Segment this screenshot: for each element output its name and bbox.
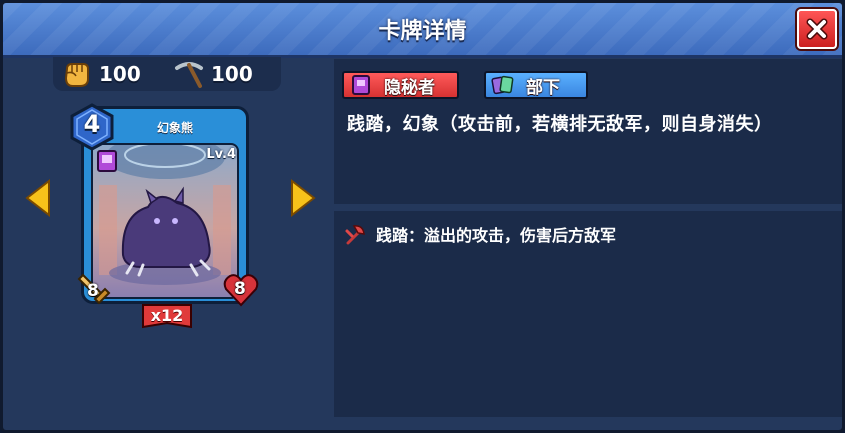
- ability-text: 践踏：溢出的攻击，伤害后方敌军: [376, 226, 617, 245]
- fist-icon: [64, 63, 89, 87]
- card-info-section: 隐秘者 部下 践踏，幻象（攻击前，若横排无敌军，则自身消失）: [334, 59, 842, 204]
- close-button[interactable]: [797, 9, 837, 49]
- title-bar: 卡牌详情: [3, 3, 842, 58]
- ability-item: 践踏：溢出的攻击，伤害后方敌军: [344, 222, 616, 246]
- card-name: 幻象熊: [156, 121, 193, 135]
- resource-mining: 100: [173, 59, 253, 89]
- tag-stealth[interactable]: 隐秘者: [342, 71, 459, 99]
- pickaxe-icon: [175, 62, 203, 88]
- tag-stealth-label: 隐秘者: [384, 77, 435, 98]
- next-arrow-icon[interactable]: [290, 179, 316, 217]
- previous-arrow-icon[interactable]: [25, 179, 51, 217]
- tag-minion[interactable]: 部下: [484, 71, 588, 99]
- axe-icon: [345, 225, 365, 245]
- cards-icon: [491, 75, 514, 95]
- resource-bar: 100 100: [53, 57, 281, 91]
- card-cost: 4: [83, 110, 101, 138]
- tag-minion-label: 部下: [526, 77, 560, 98]
- card-detail-panel: 卡牌详情 100 100 幻象熊 Lv.4 4 8 8 x12 隐秘者 部下 践…: [0, 0, 845, 433]
- ability-section: 践踏：溢出的攻击，伤害后方敌军: [334, 211, 842, 417]
- purple-book-icon: [352, 75, 370, 95]
- power-value: 100: [99, 62, 141, 86]
- card-type-icon: [96, 149, 118, 177]
- window-title: 卡牌详情: [378, 19, 467, 44]
- purple-book-icon: [97, 150, 117, 172]
- card-description: 践踏，幻象（攻击前，若横排无敌军，则自身消失）: [347, 114, 773, 135]
- close-icon: [806, 18, 828, 40]
- mining-value: 100: [211, 62, 253, 86]
- card-count: x12: [150, 306, 184, 325]
- resource-power: 100: [61, 59, 141, 89]
- attack-value: 8: [87, 281, 99, 301]
- health-value: 8: [234, 279, 246, 299]
- card-level: Lv.4: [206, 147, 236, 162]
